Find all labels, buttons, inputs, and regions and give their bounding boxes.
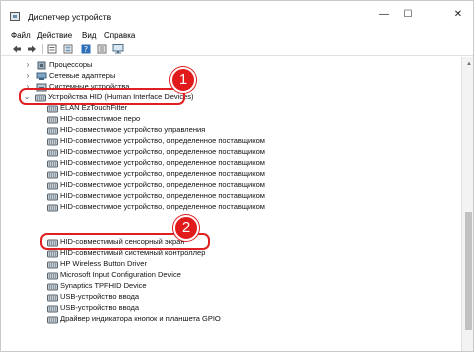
tree-node-label: Microsoft Input Configuration Device [60, 270, 181, 279]
back-arrow-icon[interactable] [11, 43, 23, 55]
device-manager-app-icon [10, 12, 20, 21]
hid-device-icon [47, 192, 58, 201]
tree-node-label: Драйвер индикатора кнопок и планшета GPI… [60, 314, 221, 323]
toolbar-separator [42, 44, 43, 54]
properties-icon[interactable] [46, 43, 58, 55]
step-badge-2: 2 [173, 215, 199, 241]
tree-node-label: USB-устройство ввода [60, 303, 140, 312]
tree-node-label: HID-совместимое устройство управления [60, 125, 206, 134]
hid-device-icon [47, 271, 58, 280]
network-adapter-icon [36, 72, 47, 81]
hid-device-icon [47, 148, 58, 157]
device-tree[interactable]: › Процессоры › Сетевые адаптеры › Систем… [1, 57, 461, 351]
menu-help[interactable]: Справка [104, 31, 135, 40]
monitor-icon[interactable] [112, 43, 124, 55]
processor-icon [36, 61, 47, 70]
hid-category-highlight [19, 88, 185, 105]
tree-node-label: USB-устройство ввода [60, 292, 140, 301]
details-icon[interactable] [96, 43, 108, 55]
list-view-icon[interactable] [62, 43, 74, 55]
menu-view[interactable]: Вид [82, 31, 96, 40]
scrollbar-thumb[interactable] [465, 212, 472, 330]
step-badge-1: 1 [170, 67, 196, 93]
tree-node-label: Сетевые адаптеры [49, 71, 116, 80]
hid-device-icon [47, 304, 58, 313]
menu-file[interactable]: Файл [11, 31, 31, 40]
menu-bar: Файл Действие Вид Справка [1, 31, 473, 42]
vertical-scrollbar[interactable]: ▲ [461, 57, 473, 351]
tree-node-label: Процессоры [49, 60, 93, 69]
title-bar: Диспетчер устройств — ☐ ✕ [1, 1, 473, 31]
tree-node-label: HID-совместимое устройство, определенное… [60, 158, 265, 167]
tree-node-label: HID-совместимое устройство, определенное… [60, 191, 265, 200]
hid-device-icon [47, 126, 58, 135]
hid-device-icon [47, 249, 58, 258]
tree-node-label: Synaptics TPFHID Device [60, 281, 147, 290]
tree-node-label: HID-совместимое перо [60, 114, 141, 123]
hid-device-icon [47, 137, 58, 146]
hid-device-icon [47, 115, 58, 124]
hid-device-icon [47, 293, 58, 302]
hid-device-icon [47, 159, 58, 168]
help-icon[interactable]: ? [80, 43, 92, 55]
svg-text:?: ? [84, 45, 88, 54]
tree-node-device[interactable]: Драйвер индикатора кнопок и планшета GPI… [1, 313, 461, 326]
tree-node-label: HID-совместимое устройство, определенное… [60, 147, 265, 156]
window-title: Диспетчер устройств [28, 12, 112, 22]
hid-device-icon [47, 170, 58, 179]
hid-device-icon [47, 203, 58, 212]
forward-arrow-icon[interactable] [26, 43, 38, 55]
maximize-button[interactable]: ☐ [398, 7, 418, 23]
close-button[interactable]: ✕ [448, 7, 468, 23]
minimize-button[interactable]: — [374, 7, 394, 23]
device-manager-window: Диспетчер устройств — ☐ ✕ Файл Действие … [0, 0, 474, 352]
tree-node-label: HID-совместимое устройство, определенное… [60, 202, 265, 211]
hid-device-icon [47, 181, 58, 190]
tree-node-label: HID-совместимое устройство, определенное… [60, 136, 265, 145]
hid-device-icon [47, 104, 58, 113]
tree-node-label: HP Wireless Button Driver [60, 259, 147, 268]
tree-node-label: HID-совместимое устройство, определенное… [60, 169, 265, 178]
hid-device-icon [47, 315, 58, 324]
tree-node-device[interactable]: HID-совместимое устройство, определенное… [1, 201, 461, 214]
hid-device-icon [47, 282, 58, 291]
tree-node-label: HID-совместимое устройство, определенное… [60, 180, 265, 189]
menu-action[interactable]: Действие [37, 31, 72, 40]
hid-device-icon [47, 260, 58, 269]
scroll-up-arrow-icon[interactable]: ▲ [465, 60, 473, 68]
toolbar: ? [1, 42, 473, 56]
